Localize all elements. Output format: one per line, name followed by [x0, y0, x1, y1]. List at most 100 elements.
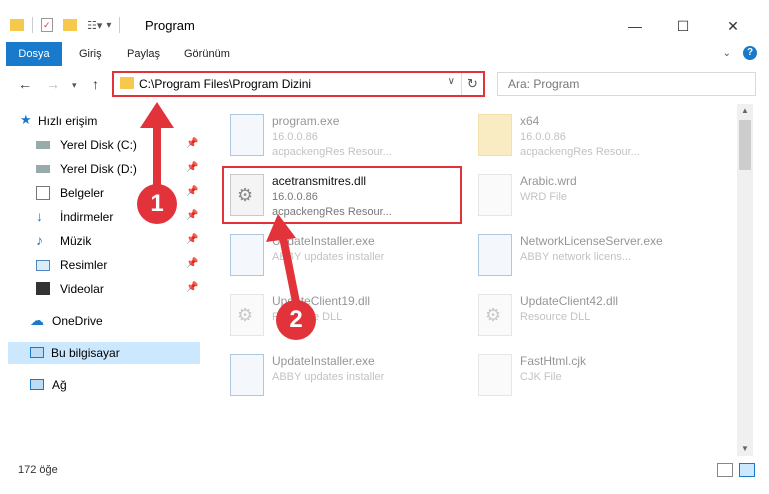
tab-view[interactable]: Görünüm: [175, 42, 239, 66]
file-type: CJK File: [520, 371, 562, 383]
quick-access-toolbar: ✓ ☷▾ ▾: [10, 15, 124, 35]
music-icon: ♪: [36, 232, 43, 248]
sidebar-item-local-disk-c[interactable]: Yerel Disk (C:) 📌: [0, 134, 200, 156]
sidebar-item-label: Hızlı erişim: [38, 114, 98, 128]
sidebar-item-videos[interactable]: Videolar 📌: [0, 278, 200, 300]
scroll-thumb[interactable]: [739, 120, 751, 170]
sidebar-item-label: Belgeler: [60, 186, 105, 200]
title-bar: ✓ ☷▾ ▾ Program — ☐ ✕: [0, 0, 769, 40]
file-description: ABBY updates installer: [272, 251, 385, 263]
file-item-updateinstaller-exe-2[interactable]: UpdateInstaller.exe ABBY updates install…: [226, 348, 466, 404]
file-version: 16.0.0.86: [520, 131, 566, 143]
navigation-pane: ★ Hızlı erişim Yerel Disk (C:) 📌 Yerel D…: [0, 104, 200, 456]
sidebar-item-label: Ağ: [52, 378, 67, 392]
pin-icon[interactable]: 📌: [186, 186, 198, 197]
file-item-fasthtml-cjk[interactable]: FastHtml.cjk CJK File: [474, 348, 714, 404]
sidebar-item-onedrive[interactable]: ☁ OneDrive: [0, 310, 200, 332]
tab-share[interactable]: Paylaş: [118, 42, 169, 66]
pin-icon[interactable]: 📌: [186, 234, 198, 245]
new-folder-icon[interactable]: [63, 19, 77, 31]
file-name: UpdateInstaller.exe: [272, 354, 375, 368]
sidebar-item-pictures[interactable]: Resimler 📌: [0, 254, 200, 276]
sidebar-item-label: Resimler: [60, 258, 108, 272]
close-button[interactable]: ✕: [713, 14, 753, 38]
documents-icon: [36, 186, 50, 200]
file-name: Arabic.wrd: [520, 174, 577, 188]
sidebar-item-label: Müzik: [60, 234, 92, 248]
dll-file-icon: [230, 294, 264, 336]
download-icon: ↓: [36, 208, 43, 224]
exe-file-icon: [478, 234, 512, 276]
pin-icon[interactable]: 📌: [186, 258, 198, 269]
pin-icon[interactable]: 📌: [186, 162, 198, 173]
details-view-icon[interactable]: [717, 463, 733, 477]
step-1-badge: 1: [137, 184, 177, 224]
generic-file-icon: [478, 174, 512, 216]
search-placeholder: Ara: Program: [508, 77, 580, 91]
pin-icon[interactable]: 📌: [186, 282, 198, 293]
step-2-badge: 2: [276, 300, 316, 340]
refresh-icon[interactable]: ↻: [461, 73, 483, 95]
ribbon-expand-icon[interactable]: ⌄: [723, 48, 731, 59]
file-item-program-exe[interactable]: program.exe 16.0.0.86 acpackengRes Resou…: [226, 108, 466, 164]
file-description: ABBY updates installer: [272, 371, 385, 383]
recent-locations-icon[interactable]: ▾: [72, 80, 77, 91]
maximize-button[interactable]: ☐: [663, 14, 703, 38]
sidebar-item-quick-access[interactable]: ★ Hızlı erişim: [0, 110, 200, 132]
file-item-networklicenseserver-exe[interactable]: NetworkLicenseServer.exe ABBY network li…: [474, 228, 714, 284]
sidebar-item-label: Yerel Disk (D:): [60, 162, 137, 176]
view-options-icon[interactable]: ☷▾: [87, 19, 102, 32]
video-icon: [36, 282, 50, 295]
file-name: program.exe: [272, 114, 340, 128]
toolbar-separator: [32, 17, 33, 33]
forward-arrow-icon[interactable]: →: [46, 76, 60, 92]
minimize-button[interactable]: —: [615, 14, 655, 38]
generic-file-icon: [478, 354, 512, 396]
toolbar-separator: [119, 17, 121, 33]
file-name: NetworkLicenseServer.exe: [520, 234, 663, 248]
help-icon[interactable]: ?: [743, 46, 757, 60]
tab-file[interactable]: Dosya: [6, 42, 62, 66]
tiles-view-icon[interactable]: [739, 463, 755, 477]
file-name: UpdateInstaller.exe: [272, 234, 375, 248]
file-item-x64[interactable]: x64 16.0.0.86 acpackengRes Resour...: [474, 108, 714, 164]
sidebar-item-label: Videolar: [60, 282, 104, 296]
file-item-updateclient19-dll[interactable]: UpdateClient19.dll Resource DLL: [226, 288, 466, 344]
file-type: WRD File: [520, 191, 568, 203]
address-path[interactable]: C:\Program Files\Program Dizini: [139, 77, 311, 91]
search-input[interactable]: Ara: Program: [497, 72, 756, 96]
properties-icon[interactable]: ✓: [41, 18, 53, 32]
file-name: x64: [520, 114, 540, 128]
file-description: ABBY network licens...: [520, 251, 632, 263]
chevron-down-icon[interactable]: ∨: [448, 76, 455, 87]
sidebar-item-network[interactable]: Ağ: [0, 374, 200, 396]
sidebar-item-label: İndirmeler: [60, 210, 114, 224]
file-description: acpackengRes Resour...: [272, 146, 392, 158]
scroll-up-icon[interactable]: ▲: [737, 104, 753, 118]
file-item-updateinstaller-exe[interactable]: UpdateInstaller.exe ABBY updates install…: [226, 228, 466, 284]
address-bar[interactable]: C:\Program Files\Program Dizini ∨ ↻: [112, 71, 485, 97]
scroll-down-icon[interactable]: ▼: [737, 442, 753, 456]
back-arrow-icon[interactable]: ←: [18, 76, 32, 92]
vertical-scrollbar[interactable]: ▲ ▼: [737, 104, 753, 456]
up-arrow-icon[interactable]: ↑: [92, 76, 99, 92]
file-item-arabic-wrd[interactable]: Arabic.wrd WRD File: [474, 168, 714, 224]
tab-home[interactable]: Giriş: [70, 42, 111, 66]
sidebar-item-music[interactable]: ♪ Müzik 📌: [0, 230, 200, 252]
customize-toolbar-icon[interactable]: ▾: [106, 20, 111, 31]
drive-icon: [36, 141, 50, 149]
folder-icon[interactable]: [10, 19, 24, 31]
file-list: program.exe 16.0.0.86 acpackengRes Resou…: [200, 104, 737, 456]
highlight-frame: [222, 166, 462, 224]
sidebar-item-this-pc[interactable]: Bu bilgisayar: [8, 342, 200, 364]
drive-icon: [36, 165, 50, 173]
folder-icon: [478, 114, 512, 156]
sidebar-item-local-disk-d[interactable]: Yerel Disk (D:) 📌: [0, 158, 200, 180]
window-title: Program: [145, 18, 195, 33]
exe-file-icon: [230, 114, 264, 156]
file-name: UpdateClient42.dll: [520, 294, 619, 308]
pin-icon[interactable]: 📌: [186, 210, 198, 221]
file-item-updateclient42-dll[interactable]: UpdateClient42.dll Resource DLL: [474, 288, 714, 344]
ribbon-tabs: Dosya Giriş Paylaş Görünüm ⌄ ?: [0, 42, 769, 66]
pin-icon[interactable]: 📌: [186, 138, 198, 149]
